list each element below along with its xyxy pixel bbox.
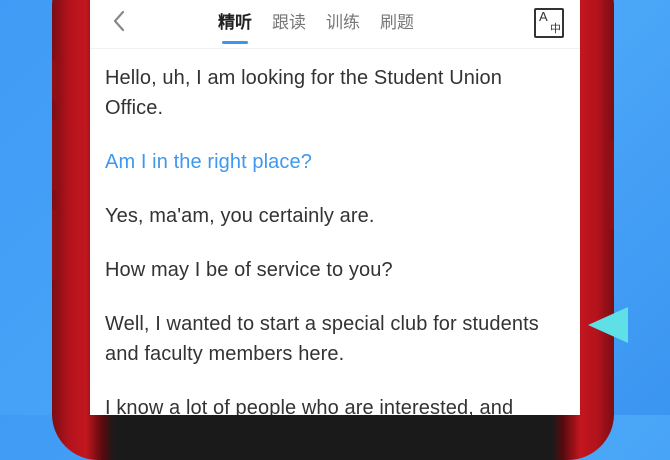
tab-read-along[interactable]: 跟读 <box>272 12 306 34</box>
phone-screen: 精听 跟读 训练 刷题 A 中 Hello, uh, I am looking … <box>90 0 580 415</box>
tab-intensive-listening[interactable]: 精听 <box>218 12 252 34</box>
transcript-sentence[interactable]: I know a lot of people who are intereste… <box>105 393 564 415</box>
tab-bar: 精听 跟读 训练 刷题 <box>218 12 414 34</box>
side-button <box>52 210 58 280</box>
transcript-sentence[interactable]: Well, I wanted to start a special club f… <box>105 309 564 369</box>
transcript-sentence[interactable]: Yes, ma'am, you certainly are. <box>105 201 564 231</box>
transcript: Hello, uh, I am looking for the Student … <box>90 49 580 415</box>
transcript-sentence[interactable]: Hello, uh, I am looking for the Student … <box>105 63 564 123</box>
tab-training[interactable]: 训练 <box>326 12 360 34</box>
play-icon[interactable] <box>588 307 628 343</box>
font-size-button[interactable]: A 中 <box>534 8 564 38</box>
tab-practice-questions[interactable]: 刷题 <box>380 12 414 34</box>
chevron-left-icon <box>113 10 125 32</box>
transcript-sentence-active[interactable]: Am I in the right place? <box>105 147 564 177</box>
transcript-sentence[interactable]: How may I be of service to you? <box>105 255 564 285</box>
side-button <box>52 60 58 100</box>
side-button <box>52 120 58 190</box>
back-button[interactable] <box>104 6 134 36</box>
font-size-icon: A <box>539 9 548 24</box>
top-bar: 精听 跟读 训练 刷题 A 中 <box>90 0 580 49</box>
font-size-icon-hanzi: 中 <box>550 23 561 35</box>
side-button <box>608 140 614 230</box>
